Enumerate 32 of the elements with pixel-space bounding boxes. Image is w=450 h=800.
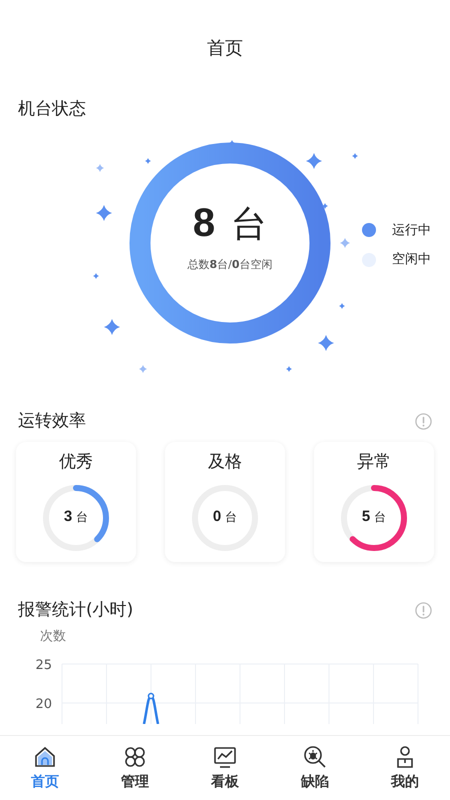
legend-label: 空闲中 — [392, 251, 431, 269]
count-unit: 台 — [231, 206, 268, 242]
info-icon[interactable] — [415, 602, 432, 620]
count-unit: 台 — [225, 510, 238, 524]
axis-title: 次数 — [40, 628, 66, 644]
bug-search-icon — [302, 744, 328, 770]
tick-label: 25 — [35, 658, 52, 672]
line-graph — [142, 692, 160, 724]
summary-text: 总数8台/0台空闲 — [187, 256, 273, 272]
page-title: 首页 — [206, 37, 244, 61]
nav-tab[interactable]: 管理 — [90, 736, 180, 800]
section-title: 报警统计(小时) — [18, 599, 134, 622]
nav-tab[interactable]: 缺陷 — [270, 736, 360, 800]
legend-label: 运行中 — [392, 222, 431, 240]
progress-ring — [340, 484, 408, 552]
card-label: 优秀 — [59, 451, 93, 474]
count-unit: 台 — [76, 510, 88, 524]
count-value: 3 — [64, 508, 72, 524]
nav-tab[interactable]: 我的 — [360, 736, 450, 800]
progress-ring — [42, 484, 110, 552]
section-title: 运转效率 — [18, 410, 86, 432]
count-value: 5 — [362, 508, 370, 524]
count-value: 0 — [212, 508, 222, 524]
section-title: 机台状态 — [18, 98, 86, 121]
machine-count: 8 — [192, 202, 216, 242]
count-unit: 台 — [374, 510, 386, 524]
card-label: 及格 — [208, 451, 242, 474]
info-icon[interactable] — [415, 412, 432, 430]
tick-label: 20 — [35, 696, 52, 712]
card-label: 异常 — [357, 451, 391, 474]
nav-tab[interactable]: 首页 — [0, 736, 90, 800]
nav-tab[interactable]: 看板 — [180, 736, 270, 800]
